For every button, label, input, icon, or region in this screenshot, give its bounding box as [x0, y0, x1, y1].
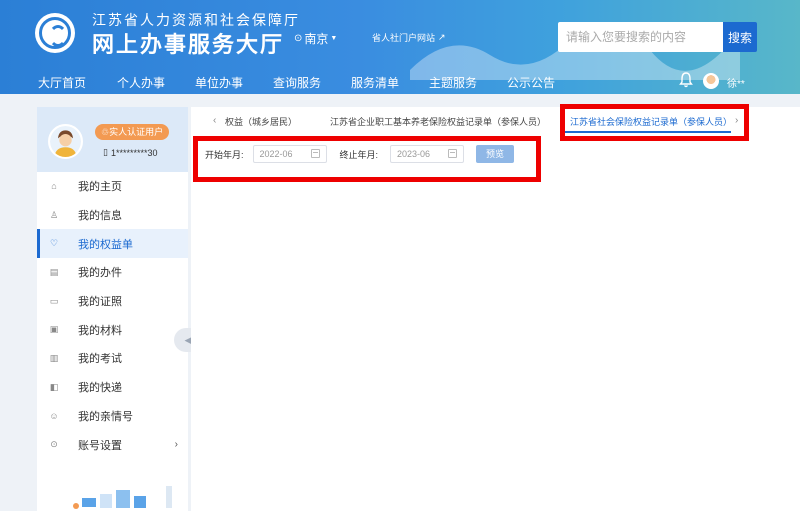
site-logo[interactable]: [35, 13, 75, 53]
heart-shield-icon: ♡: [49, 238, 59, 249]
chevron-right-icon: ›: [174, 439, 178, 451]
city-label: 南京: [304, 32, 329, 46]
id-card-icon: ▭: [49, 295, 59, 306]
highlight-box-form: [193, 136, 541, 182]
sidebar-item-cases[interactable]: ▤ 我的办件: [37, 258, 188, 287]
gear-icon: ⊙: [50, 439, 58, 450]
sidebar-item-materials[interactable]: ▣ 我的材料: [37, 315, 188, 344]
home-icon: ⌂: [51, 181, 57, 192]
profile-card: ♲实人认证用户 ▯ 1*********30: [37, 107, 188, 172]
user-name[interactable]: 徐**: [727, 75, 745, 90]
verified-icon: ♲: [101, 127, 110, 137]
search-input[interactable]: [558, 22, 724, 52]
folder-icon: ▣: [49, 324, 59, 335]
sidebar-item-express[interactable]: ◧ 我的快递: [37, 373, 188, 402]
nav-item-notices[interactable]: 公示公告: [507, 74, 555, 91]
family-icon: ☺: [49, 410, 59, 421]
sidebar-item-info[interactable]: ♙ 我的信息: [37, 201, 188, 230]
profile-avatar: [48, 124, 83, 159]
phone-number: ▯ 1*********30: [103, 147, 158, 158]
sidebar-item-home[interactable]: ⌂ 我的主页: [37, 172, 188, 201]
nav-item-hall-home[interactable]: 大厅首页: [38, 74, 86, 91]
user-icon: ♙: [49, 209, 59, 220]
chevron-left-icon[interactable]: ‹: [213, 115, 216, 126]
location-pin-icon: ⊙: [294, 33, 303, 44]
tab-rights-rural[interactable]: 权益（城乡居民）: [225, 115, 297, 128]
nav-item-company[interactable]: 单位办事: [195, 74, 243, 91]
nav-item-topics[interactable]: 主题服务: [429, 74, 477, 91]
city-selector[interactable]: ⊙ 南京 ▼: [294, 30, 337, 47]
sidebar-illustration: [73, 486, 172, 509]
sidebar: ♲实人认证用户 ▯ 1*********30 ⌂ 我的主页 ♙ 我的信息 ♡ 我的权益…: [37, 107, 188, 511]
highlight-box-tab: [560, 104, 749, 141]
site-title: 网上办事服务大厅: [92, 32, 285, 57]
phone-icon: ▯: [103, 147, 108, 157]
nav-item-service-list[interactable]: 服务清单: [351, 74, 399, 91]
tab-pension-record[interactable]: 江苏省企业职工基本养老保险权益记录单（参保人员）: [330, 115, 546, 128]
file-icon: ▤: [49, 266, 59, 277]
header: 江苏省人力资源和社会保障厅 网上办事服务大厅 ⊙ 南京 ▼ 省人社门户网站 ↗ …: [0, 0, 800, 94]
sidebar-item-licenses[interactable]: ▭ 我的证照: [37, 287, 188, 316]
exam-icon: ▥: [49, 352, 59, 363]
portal-label: 省人社门户网站: [372, 33, 436, 43]
nav-item-personal[interactable]: 个人办事: [117, 74, 165, 91]
nav-item-query[interactable]: 查询服务: [273, 74, 321, 91]
chevron-down-icon: ▼: [330, 35, 338, 42]
sidebar-menu: ⌂ 我的主页 ♙ 我的信息 ♡ 我的权益单 ▤ 我的办件 ▭ 我的证照 ▣ 我的材料 ▥ 我的…: [37, 172, 188, 459]
search-button[interactable]: 搜索: [723, 22, 757, 52]
sidebar-item-settings[interactable]: ⊙ 账号设置 ›: [37, 430, 188, 459]
sidebar-item-rights[interactable]: ♡ 我的权益单: [37, 229, 188, 259]
truck-icon: ◧: [49, 381, 59, 392]
sidebar-item-family[interactable]: ☺ 我的亲情号: [37, 402, 188, 431]
verified-user-badge: ♲实人认证用户: [95, 124, 170, 140]
sidebar-item-exams[interactable]: ▥ 我的考试: [37, 344, 188, 373]
user-avatar[interactable]: [703, 73, 719, 89]
bell-icon[interactable]: [679, 72, 693, 88]
portal-link[interactable]: 省人社门户网站 ↗: [372, 31, 446, 44]
external-link-icon: ↗: [438, 32, 446, 42]
